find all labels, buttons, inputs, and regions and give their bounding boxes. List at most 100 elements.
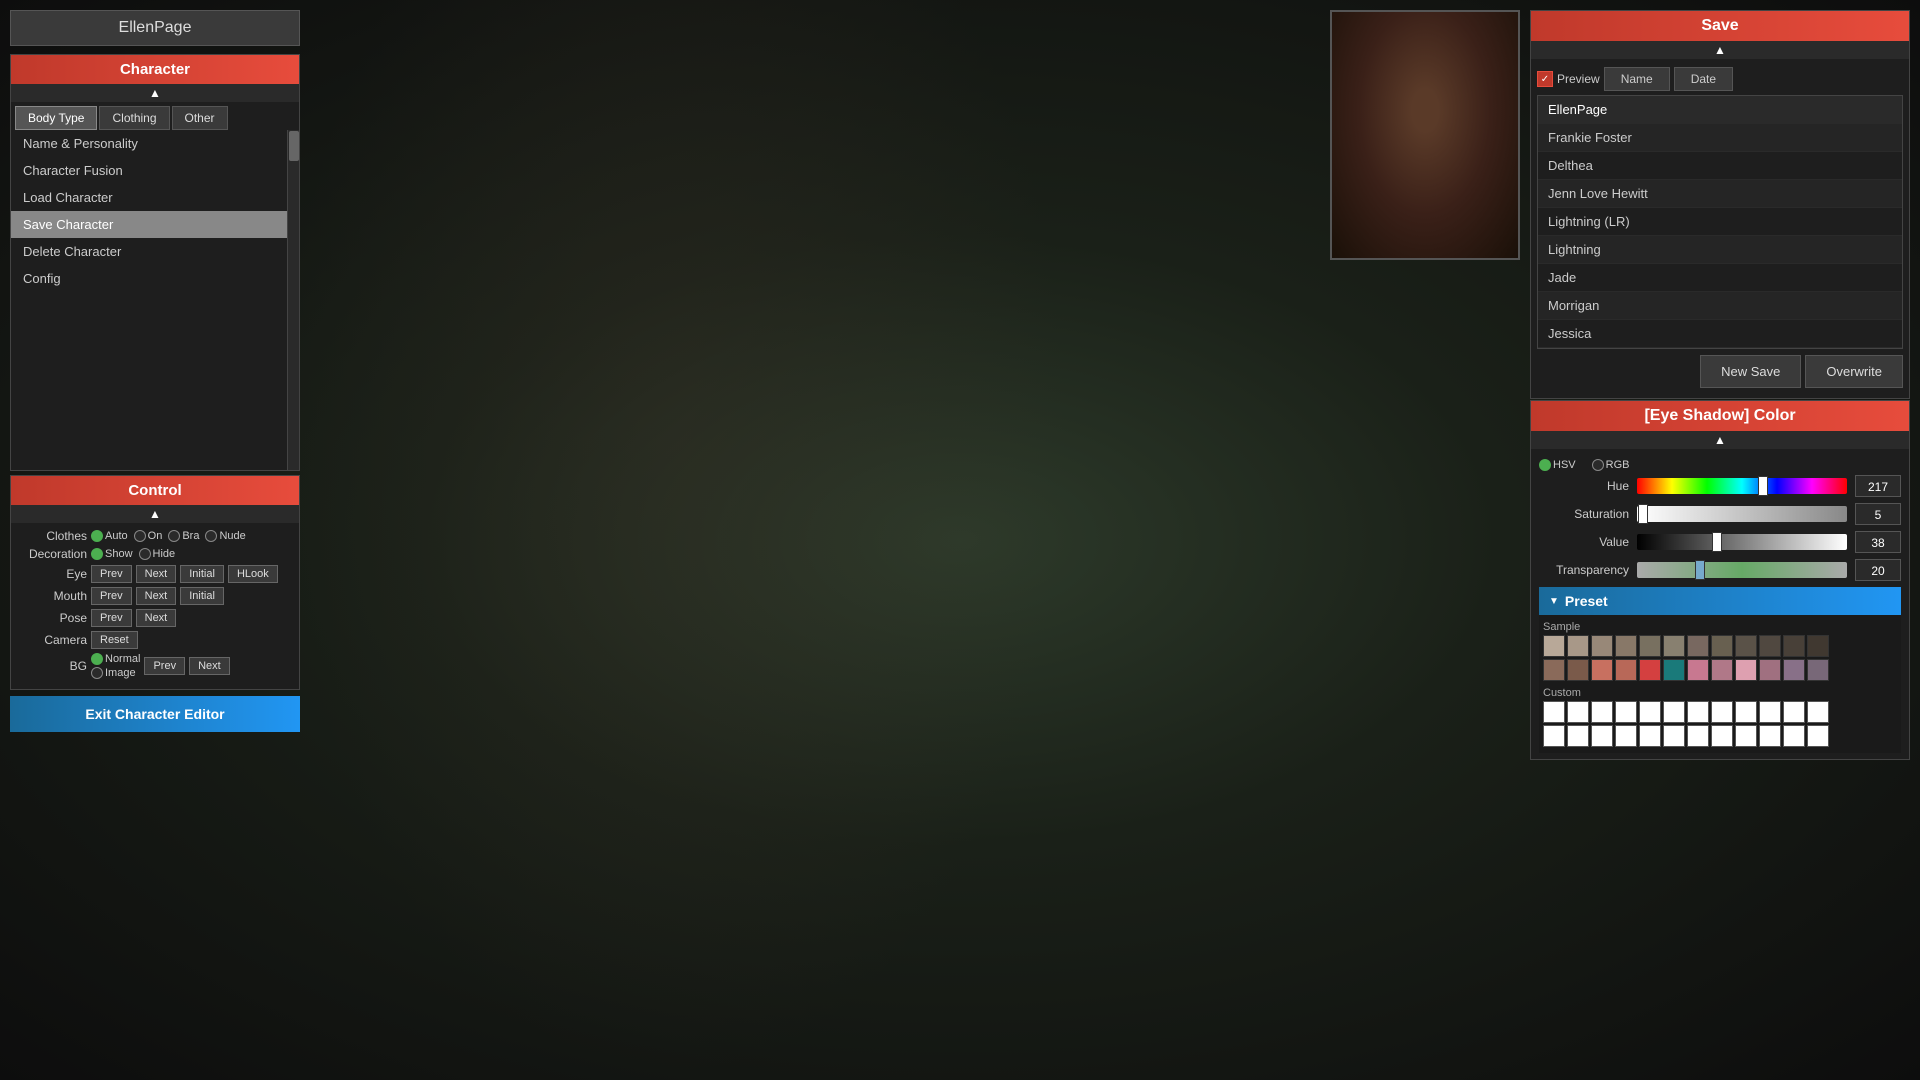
swatch[interactable] bbox=[1735, 659, 1757, 681]
custom-swatch[interactable] bbox=[1639, 725, 1661, 747]
mode-rgb[interactable]: RGB bbox=[1592, 459, 1630, 471]
char-list-item[interactable]: EllenPage bbox=[1538, 96, 1902, 124]
custom-swatch[interactable] bbox=[1615, 725, 1637, 747]
swatch[interactable] bbox=[1711, 659, 1733, 681]
decoration-hide-radio[interactable] bbox=[139, 548, 151, 560]
mouth-initial-button[interactable]: Initial bbox=[180, 587, 224, 605]
mode-rgb-radio[interactable] bbox=[1592, 459, 1604, 471]
bg-image[interactable]: Image bbox=[91, 667, 140, 679]
tab-clothing[interactable]: Clothing bbox=[99, 106, 169, 130]
swatch[interactable] bbox=[1687, 635, 1709, 657]
char-list-item[interactable]: Frankie Foster bbox=[1538, 124, 1902, 152]
mouth-next-button[interactable]: Next bbox=[136, 587, 177, 605]
mode-hsv-radio[interactable] bbox=[1539, 459, 1551, 471]
swatch[interactable] bbox=[1783, 659, 1805, 681]
swatch[interactable] bbox=[1663, 635, 1685, 657]
swatch[interactable] bbox=[1639, 659, 1661, 681]
swatch[interactable] bbox=[1591, 659, 1613, 681]
swatch[interactable] bbox=[1807, 635, 1829, 657]
swatch[interactable] bbox=[1639, 635, 1661, 657]
saturation-thumb[interactable] bbox=[1638, 504, 1648, 524]
value-slider[interactable] bbox=[1637, 534, 1847, 550]
swatch[interactable] bbox=[1759, 659, 1781, 681]
custom-swatch[interactable] bbox=[1591, 725, 1613, 747]
hlook-button[interactable]: HLook bbox=[228, 565, 278, 583]
custom-swatch[interactable] bbox=[1783, 725, 1805, 747]
clothes-auto[interactable]: Auto bbox=[91, 530, 128, 542]
custom-swatch[interactable] bbox=[1711, 725, 1733, 747]
tab-other[interactable]: Other bbox=[172, 106, 228, 130]
bg-next-button[interactable]: Next bbox=[189, 657, 230, 675]
custom-swatch[interactable] bbox=[1663, 725, 1685, 747]
char-list-item[interactable]: Jenn Love Hewitt bbox=[1538, 180, 1902, 208]
sort-by-name-button[interactable]: Name bbox=[1604, 67, 1670, 91]
decoration-show[interactable]: Show bbox=[91, 548, 133, 560]
eye-initial-button[interactable]: Initial bbox=[180, 565, 224, 583]
swatch[interactable] bbox=[1567, 635, 1589, 657]
swatch[interactable] bbox=[1783, 635, 1805, 657]
hue-value[interactable]: 217 bbox=[1855, 475, 1901, 497]
swatch[interactable] bbox=[1615, 635, 1637, 657]
preview-checkbox[interactable]: ✓ bbox=[1537, 71, 1553, 87]
char-list-item[interactable]: Lightning bbox=[1538, 236, 1902, 264]
custom-swatch[interactable] bbox=[1735, 701, 1757, 723]
swatch[interactable] bbox=[1543, 659, 1565, 681]
menu-item-character-fusion[interactable]: Character Fusion bbox=[11, 157, 287, 184]
menu-item-delete-character[interactable]: Delete Character bbox=[11, 238, 287, 265]
char-list-item[interactable]: Jade bbox=[1538, 264, 1902, 292]
custom-swatch[interactable] bbox=[1783, 701, 1805, 723]
saturation-value[interactable]: 5 bbox=[1855, 503, 1901, 525]
char-list-item[interactable]: Delthea bbox=[1538, 152, 1902, 180]
value-value[interactable]: 38 bbox=[1855, 531, 1901, 553]
char-list-item[interactable]: Morrigan bbox=[1538, 292, 1902, 320]
custom-swatch[interactable] bbox=[1567, 701, 1589, 723]
mode-hsv[interactable]: HSV bbox=[1539, 459, 1576, 471]
eye-prev-button[interactable]: Prev bbox=[91, 565, 132, 583]
menu-item-config[interactable]: Config bbox=[11, 265, 287, 292]
custom-swatch[interactable] bbox=[1807, 701, 1829, 723]
menu-item-name-personality[interactable]: Name & Personality bbox=[11, 130, 287, 157]
char-list-item[interactable]: Jessica bbox=[1538, 320, 1902, 348]
custom-swatch[interactable] bbox=[1687, 725, 1709, 747]
decoration-show-radio[interactable] bbox=[91, 548, 103, 560]
custom-swatch[interactable] bbox=[1543, 701, 1565, 723]
clothes-auto-radio[interactable] bbox=[91, 530, 103, 542]
clothes-on-radio[interactable] bbox=[134, 530, 146, 542]
transparency-slider[interactable] bbox=[1637, 562, 1847, 578]
hue-thumb[interactable] bbox=[1758, 476, 1768, 496]
sort-by-date-button[interactable]: Date bbox=[1674, 67, 1733, 91]
swatch[interactable] bbox=[1759, 635, 1781, 657]
menu-item-save-character[interactable]: Save Character bbox=[11, 211, 287, 238]
new-save-button[interactable]: New Save bbox=[1700, 355, 1801, 388]
swatch[interactable] bbox=[1543, 635, 1565, 657]
swatch[interactable] bbox=[1615, 659, 1637, 681]
bg-image-radio[interactable] bbox=[91, 667, 103, 679]
custom-swatch[interactable] bbox=[1615, 701, 1637, 723]
custom-swatch[interactable] bbox=[1663, 701, 1685, 723]
custom-swatch[interactable] bbox=[1687, 701, 1709, 723]
custom-swatch[interactable] bbox=[1759, 701, 1781, 723]
mouth-prev-button[interactable]: Prev bbox=[91, 587, 132, 605]
char-list-item[interactable]: Lightning (LR) bbox=[1538, 208, 1902, 236]
transparency-thumb[interactable] bbox=[1695, 560, 1705, 580]
tab-body-type[interactable]: Body Type bbox=[15, 106, 97, 130]
clothes-bra[interactable]: Bra bbox=[168, 530, 199, 542]
exit-character-editor-button[interactable]: Exit Character Editor bbox=[10, 696, 300, 732]
transparency-value[interactable]: 20 bbox=[1855, 559, 1901, 581]
custom-swatch[interactable] bbox=[1543, 725, 1565, 747]
preview-check[interactable]: ✓ Preview bbox=[1537, 71, 1600, 87]
saturation-slider[interactable] bbox=[1637, 506, 1847, 522]
custom-swatch[interactable] bbox=[1735, 725, 1757, 747]
clothes-nude-radio[interactable] bbox=[205, 530, 217, 542]
pose-prev-button[interactable]: Prev bbox=[91, 609, 132, 627]
custom-swatch[interactable] bbox=[1591, 701, 1613, 723]
camera-reset-button[interactable]: Reset bbox=[91, 631, 138, 649]
swatch[interactable] bbox=[1591, 635, 1613, 657]
menu-scrollbar[interactable] bbox=[287, 130, 299, 470]
swatch[interactable] bbox=[1735, 635, 1757, 657]
menu-item-load-character[interactable]: Load Character bbox=[11, 184, 287, 211]
custom-swatch[interactable] bbox=[1759, 725, 1781, 747]
value-thumb[interactable] bbox=[1712, 532, 1722, 552]
swatch[interactable] bbox=[1711, 635, 1733, 657]
custom-swatch[interactable] bbox=[1711, 701, 1733, 723]
